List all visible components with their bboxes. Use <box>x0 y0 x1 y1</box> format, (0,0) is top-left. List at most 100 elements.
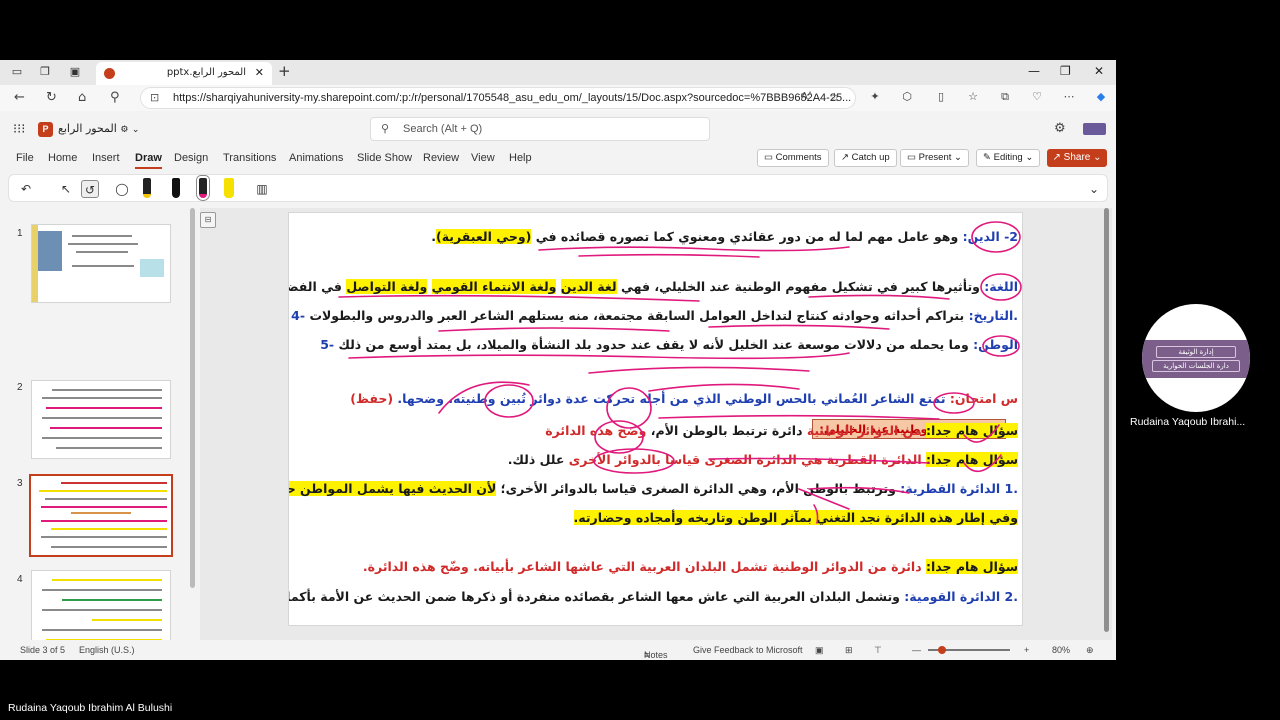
more-icon[interactable]: ⋯ <box>1062 90 1076 104</box>
ink-to-shape-icon[interactable]: ↺ <box>81 180 99 198</box>
minimize-icon[interactable]: — <box>1028 64 1040 78</box>
ink-underline <box>348 352 850 360</box>
search-icon[interactable]: ⚲ <box>110 90 120 105</box>
comments-button[interactable]: ▭ Comments <box>757 149 829 167</box>
slide-thumbnail-4[interactable] <box>31 570 171 649</box>
video-banner-text: إدارة الوثيقة <box>1156 346 1236 358</box>
status-bar: Slide 3 of 5 English (U.S.) ≡ Notes Give… <box>0 640 1116 660</box>
profile-icon[interactable]: ▭ <box>8 64 26 80</box>
zoom-in-icon[interactable]: + <box>1024 645 1029 655</box>
catch-up-icon: ↗ <box>841 152 849 163</box>
video-banner-text: دارة الجلسات الحوارية <box>1152 360 1240 372</box>
address-bar[interactable]: ⊡ https://sharqiyahuniversity-my.sharepo… <box>140 87 856 109</box>
chevron-down-icon[interactable]: ⌄ <box>1085 180 1103 198</box>
slide-scrollbar[interactable] <box>1104 208 1109 632</box>
tab-insert[interactable]: Insert <box>92 152 120 164</box>
browser-window: ▭ ❐ ▣ المحور الرابع.pptx ✕ + — ❐ ✕ ← ↻ ⌂… <box>0 60 1116 660</box>
select-tool-icon[interactable]: ↖ <box>57 180 75 198</box>
ink-underline <box>658 414 940 420</box>
home-icon[interactable]: ⌂ <box>78 90 86 105</box>
slide-sorter-icon[interactable]: ⊞ <box>845 645 853 656</box>
ink-mark <box>798 488 850 510</box>
ink-circle <box>593 448 675 474</box>
slide-canvas[interactable]: 2- الدين: وهو عامل مهم لما له من دور عقا… <box>288 212 1023 626</box>
ink-underline <box>588 366 810 374</box>
split-screen-icon[interactable]: ▯ <box>934 90 948 104</box>
workspaces-icon[interactable]: ❐ <box>36 64 54 80</box>
refresh-icon[interactable]: ↻ <box>46 90 57 105</box>
lasso-icon[interactable]: ◯ <box>113 180 131 198</box>
maximize-icon[interactable]: ❐ <box>1060 64 1071 78</box>
ribbon-tabs: File Home Insert Draw Design Transitions… <box>0 149 1116 171</box>
search-box[interactable]: ⚲ Search (Alt + Q) <box>370 117 710 141</box>
ink-circle <box>980 273 1022 301</box>
catch-up-label: Catch up <box>851 152 890 163</box>
pen-black-yellow[interactable] <box>143 178 151 198</box>
tab-design[interactable]: Design <box>174 152 208 164</box>
extension-icon[interactable]: ✦ <box>868 90 882 104</box>
highlighter-yellow[interactable] <box>224 178 234 198</box>
collapse-pane-icon[interactable]: ⊟ <box>200 212 216 228</box>
back-icon[interactable]: ← <box>14 90 25 105</box>
tab-slide-show[interactable]: Slide Show <box>357 152 412 164</box>
editing-mode-button[interactable]: ✎ Editing ⌄ <box>976 149 1041 167</box>
tab-draw[interactable]: Draw <box>135 152 162 169</box>
thumb-number: 1 <box>17 228 23 239</box>
tab-help[interactable]: Help <box>509 152 532 164</box>
language-indicator[interactable]: English (U.S.) <box>79 645 135 655</box>
ink-circle <box>982 335 1020 357</box>
undo-icon[interactable]: ↶ <box>17 180 35 198</box>
share-label: Share <box>1063 152 1091 163</box>
copilot-icon[interactable]: ◆ <box>1094 90 1108 104</box>
extensions-puzzle-icon[interactable]: ⬡ <box>900 90 914 104</box>
read-aloud-icon[interactable]: Aᴬ <box>801 91 812 102</box>
thumb-number: 2 <box>17 382 23 393</box>
browser-tab[interactable]: المحور الرابع.pptx ✕ <box>96 62 272 85</box>
app-launcher-icon[interactable]: ⁝⁝⁝ <box>13 122 25 137</box>
pen-pink-selected[interactable] <box>196 175 210 201</box>
feedback-link[interactable]: Give Feedback to Microsoft <box>693 645 803 655</box>
zoom-slider-knob[interactable] <box>938 646 946 654</box>
tab-animations[interactable]: Animations <box>289 152 343 164</box>
settings-gear-icon[interactable]: ⚙ <box>1054 121 1066 136</box>
ink-circle <box>933 392 975 414</box>
slide-thumbnail-1[interactable] <box>31 224 171 303</box>
catch-up-button[interactable]: ↗ Catch up <box>834 149 897 167</box>
tab-review[interactable]: Review <box>423 152 459 164</box>
reading-view-icon[interactable]: ⊤ <box>874 645 882 656</box>
thumb-accent <box>32 225 38 302</box>
presenter-name: Rudaina Yaqoub Ibrahim Al Bulushi <box>8 702 173 714</box>
ink-underline <box>578 253 760 258</box>
zoom-out-icon[interactable]: — <box>912 645 921 655</box>
saved-icon: ⚙ <box>120 125 129 135</box>
close-window-icon[interactable]: ✕ <box>1094 64 1104 78</box>
slide-thumbnail-2[interactable] <box>31 380 171 459</box>
chevron-down-icon: ⌄ <box>1093 152 1102 163</box>
fit-to-window-icon[interactable]: ⊕ <box>1086 645 1094 656</box>
share-button[interactable]: ↗ Share ⌄ <box>1047 149 1107 167</box>
new-tab-icon[interactable]: + <box>278 62 291 80</box>
pen-black[interactable] <box>172 178 180 198</box>
ink-underline <box>438 327 670 332</box>
tab-actions-icon[interactable]: ▣ <box>66 64 84 80</box>
document-name[interactable]: المحور الرابع ⚙ ⌄ <box>58 122 139 135</box>
thumb-image <box>36 231 62 271</box>
browser-essentials-icon[interactable]: ♡ <box>1030 90 1044 104</box>
tab-home[interactable]: Home <box>48 152 77 164</box>
ruler-icon[interactable]: ▥ <box>253 180 271 198</box>
collections-icon[interactable]: ⧉ <box>998 90 1012 104</box>
slide-thumbnail-3[interactable] <box>29 474 173 557</box>
zoom-level[interactable]: 80% <box>1052 645 1070 655</box>
site-info-icon[interactable]: ⊡ <box>150 91 159 104</box>
favorites-icon[interactable]: ☆ <box>966 90 980 104</box>
tab-transitions[interactable]: Transitions <box>223 152 276 164</box>
tab-view[interactable]: View <box>471 152 495 164</box>
account-avatar[interactable] <box>1083 123 1106 135</box>
close-tab-icon[interactable]: ✕ <box>255 66 264 79</box>
thumbnail-scrollbar[interactable] <box>190 208 195 588</box>
tab-file[interactable]: File <box>16 152 34 164</box>
normal-view-icon[interactable]: ▣ <box>815 645 824 656</box>
favorite-star-icon[interactable]: ☆ <box>829 90 840 104</box>
tab-strip: ▭ ❐ ▣ المحور الرابع.pptx ✕ + — ❐ ✕ <box>0 60 1116 85</box>
present-button[interactable]: ▭ Present ⌄ <box>900 149 969 167</box>
